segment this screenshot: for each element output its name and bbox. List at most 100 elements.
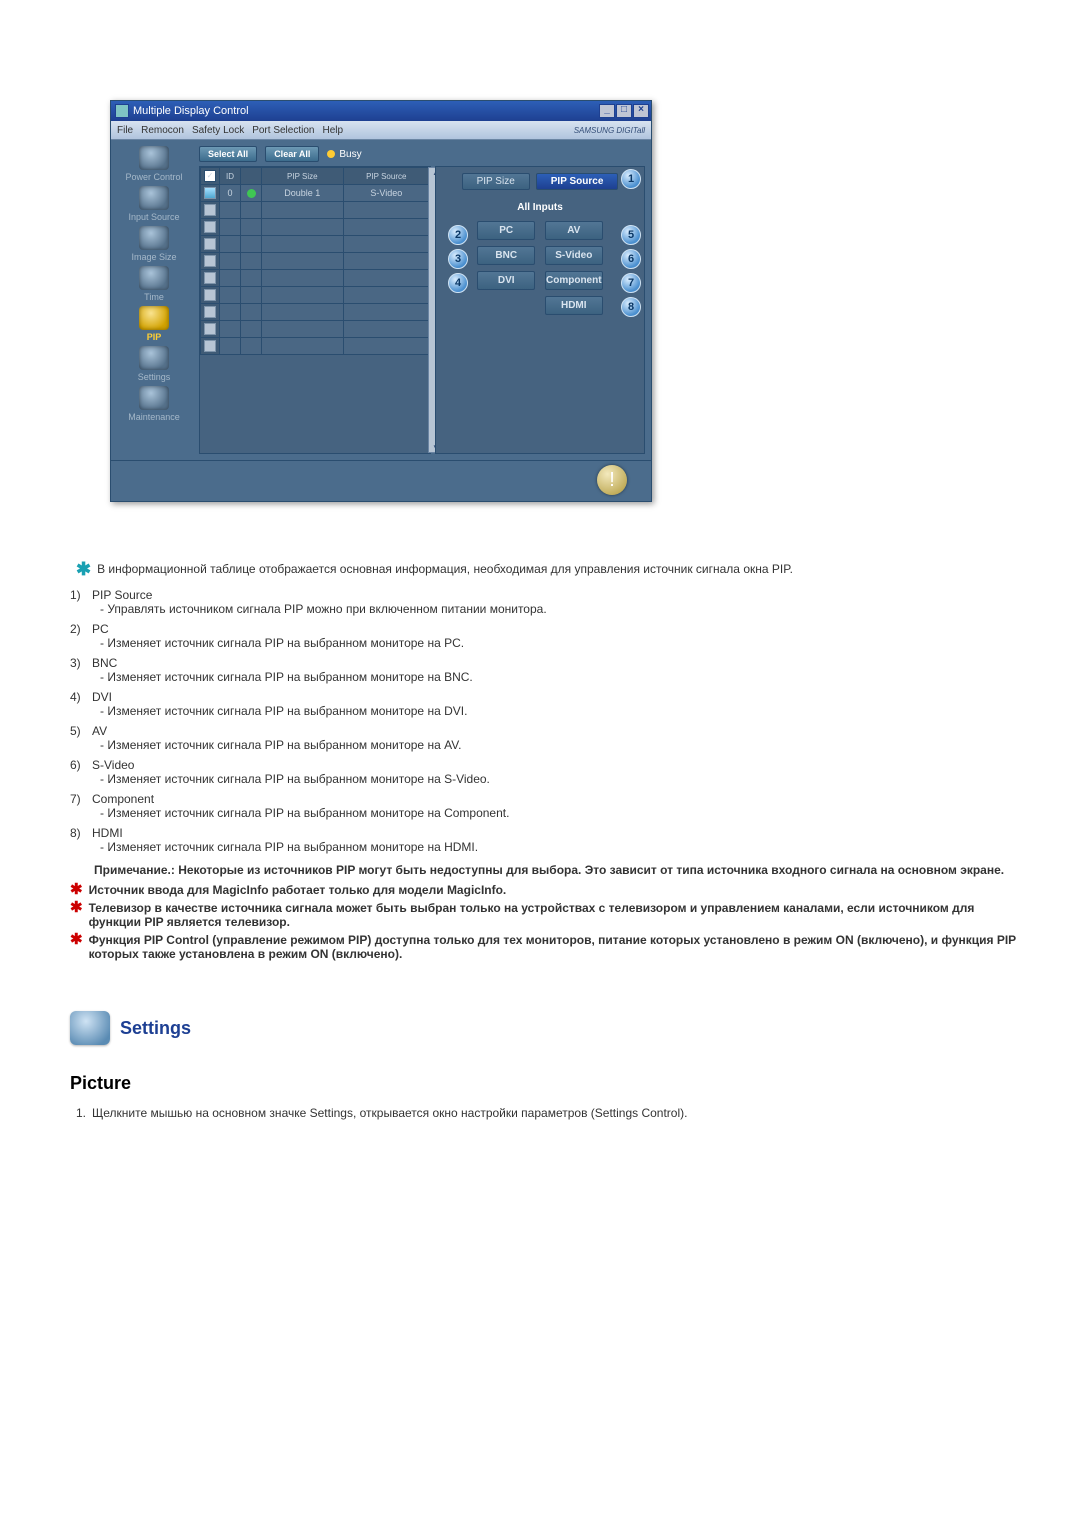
row-checkbox-cell[interactable]: [201, 185, 220, 202]
checkbox-icon[interactable]: [204, 255, 216, 267]
sidebar-item-pip[interactable]: PIP: [116, 304, 192, 342]
sidebar-item-input-source[interactable]: Input Source: [116, 184, 192, 222]
row-pip-size-cell: [262, 304, 344, 321]
row-checkbox-cell[interactable]: [201, 304, 220, 321]
list-item: 6)S-Video- Изменяет источник сигнала PIP…: [70, 758, 1020, 786]
sidebar-item-settings[interactable]: Settings: [116, 344, 192, 382]
section-settings: Settings: [70, 1011, 1020, 1045]
list-number: 3): [70, 656, 92, 670]
list-item: 2)PC- Изменяет источник сигнала PIP на в…: [70, 622, 1020, 650]
list-desc: - Изменяет источник сигнала PIP на выбра…: [100, 636, 1020, 650]
titlebar-title: Multiple Display Control: [133, 105, 249, 117]
col-id[interactable]: ID: [220, 168, 241, 185]
row-status-cell: [241, 338, 262, 355]
table-row[interactable]: [201, 270, 430, 287]
input-hdmi-button[interactable]: HDMI: [545, 296, 603, 315]
control-panel: PIP Size PIP Source All Inputs PC AV BNC…: [435, 166, 645, 454]
sidebar: Power Control Input Source Image Size Ti…: [111, 140, 197, 460]
table-row[interactable]: [201, 287, 430, 304]
menu-file[interactable]: File: [117, 125, 133, 136]
list-title: DVI: [92, 690, 1020, 704]
callout-6: 6: [621, 249, 641, 269]
sidebar-item-maintenance[interactable]: Maintenance: [116, 384, 192, 422]
table-row[interactable]: [201, 219, 430, 236]
table-row[interactable]: 0Double 1S-Video: [201, 185, 430, 202]
col-status-icon[interactable]: [241, 168, 262, 185]
menu-port-selection[interactable]: Port Selection: [252, 125, 314, 136]
table-row[interactable]: [201, 338, 430, 355]
checkbox-icon[interactable]: [204, 306, 216, 318]
row-status-cell: [241, 253, 262, 270]
list-title: PIP Source: [92, 588, 1020, 602]
checkbox-icon[interactable]: [204, 204, 216, 216]
input-dvi-button[interactable]: DVI: [477, 271, 535, 290]
col-pip-size[interactable]: PIP Size: [262, 168, 344, 185]
list-item: 4)DVI- Изменяет источник сигнала PIP на …: [70, 690, 1020, 718]
col-checkbox[interactable]: ✓: [201, 168, 220, 185]
row-checkbox-cell[interactable]: [201, 270, 220, 287]
image-size-icon: [139, 226, 169, 250]
table-row[interactable]: [201, 304, 430, 321]
table-row[interactable]: [201, 236, 430, 253]
clear-all-button[interactable]: Clear All: [265, 146, 319, 162]
row-status-cell: [241, 321, 262, 338]
row-status-cell: [241, 185, 262, 202]
row-checkbox-cell[interactable]: [201, 287, 220, 304]
table-row[interactable]: [201, 202, 430, 219]
sidebar-item-time[interactable]: Time: [116, 264, 192, 302]
callout-7: 7: [621, 273, 641, 293]
input-av-button[interactable]: AV: [545, 221, 603, 240]
row-checkbox-cell[interactable]: [201, 253, 220, 270]
col-pip-source[interactable]: PIP Source: [343, 168, 429, 185]
important-note-text: Функция PIP Control (управление режимом …: [89, 933, 1020, 961]
checkbox-icon[interactable]: [204, 289, 216, 301]
window-maximize-button[interactable]: □: [616, 104, 632, 118]
checkbox-icon[interactable]: [204, 323, 216, 335]
row-checkbox-cell[interactable]: [201, 236, 220, 253]
sidebar-item-power-control[interactable]: Power Control: [116, 144, 192, 182]
tab-pip-source[interactable]: PIP Source: [536, 173, 619, 190]
important-note: ✱Источник ввода для MagicInfo работает т…: [70, 883, 1020, 897]
list-number: 8): [70, 826, 92, 840]
list-desc: - Изменяет источник сигнала PIP на выбра…: [100, 806, 1020, 820]
menu-safety-lock[interactable]: Safety Lock: [192, 125, 244, 136]
checkbox-icon[interactable]: [204, 340, 216, 352]
status-busy: Busy: [327, 149, 361, 160]
sidebar-label: Power Control: [125, 172, 182, 182]
menu-help[interactable]: Help: [322, 125, 343, 136]
callout-5: 5: [621, 225, 641, 245]
menubar: File Remocon Safety Lock Port Selection …: [111, 121, 651, 140]
window-minimize-button[interactable]: _: [599, 104, 615, 118]
list-number: 1): [70, 588, 92, 602]
input-source-icon: [139, 186, 169, 210]
list-desc: - Изменяет источник сигнала PIP на выбра…: [100, 670, 1020, 684]
row-checkbox-cell[interactable]: [201, 338, 220, 355]
checkbox-icon[interactable]: [204, 221, 216, 233]
menu-remocon[interactable]: Remocon: [141, 125, 184, 136]
titlebar: Multiple Display Control _ □ ×: [111, 101, 651, 121]
input-pc-button[interactable]: PC: [477, 221, 535, 240]
picture-heading: Picture: [70, 1073, 1020, 1094]
checkbox-icon[interactable]: [204, 272, 216, 284]
table-row[interactable]: [201, 253, 430, 270]
window-close-button[interactable]: ×: [633, 104, 649, 118]
sidebar-item-image-size[interactable]: Image Size: [116, 224, 192, 262]
select-all-button[interactable]: Select All: [199, 146, 257, 162]
callout-2: 2: [448, 225, 468, 245]
checkbox-icon[interactable]: [204, 187, 216, 199]
input-component-button[interactable]: Component: [545, 271, 603, 290]
callout-8: 8: [621, 297, 641, 317]
row-status-cell: [241, 270, 262, 287]
tab-pip-size[interactable]: PIP Size: [462, 173, 530, 190]
sidebar-label: Input Source: [128, 212, 179, 222]
list-title: PC: [92, 622, 1020, 636]
row-checkbox-cell[interactable]: [201, 219, 220, 236]
row-checkbox-cell[interactable]: [201, 202, 220, 219]
status-warning-icon: !: [597, 465, 627, 495]
input-bnc-button[interactable]: BNC: [477, 246, 535, 265]
checkbox-icon[interactable]: [204, 238, 216, 250]
list-number: 5): [70, 724, 92, 738]
input-svideo-button[interactable]: S-Video: [545, 246, 603, 265]
row-checkbox-cell[interactable]: [201, 321, 220, 338]
table-row[interactable]: [201, 321, 430, 338]
